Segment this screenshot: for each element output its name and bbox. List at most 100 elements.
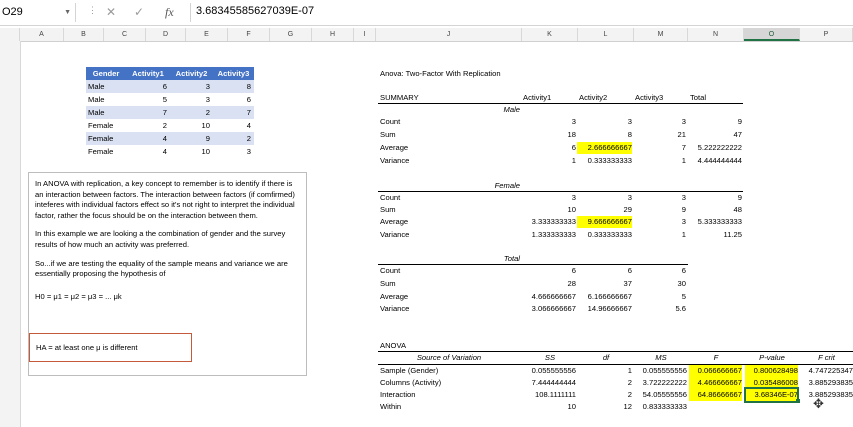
column-header-d[interactable]: D xyxy=(146,28,186,41)
value-cell[interactable]: 8 xyxy=(576,129,632,141)
table-cell[interactable]: Female xyxy=(86,145,126,158)
column-header-k[interactable]: K xyxy=(522,28,578,41)
value-cell[interactable]: 4.444444444 xyxy=(686,155,742,167)
value-cell[interactable]: 1 xyxy=(630,155,686,167)
formula-input[interactable]: 3.68345585627039E-07 xyxy=(196,5,314,17)
table-cell[interactable]: Male xyxy=(86,80,126,93)
value-cell[interactable]: 47 xyxy=(686,129,742,141)
table-cell[interactable]: 2 xyxy=(213,132,254,145)
value-cell[interactable]: 3 xyxy=(576,116,632,128)
value-cell[interactable]: 5.6 xyxy=(630,303,686,315)
value-cell[interactable]: 5.222222222 xyxy=(686,142,742,154)
highlighted-value-cell[interactable]: 64.86666667 xyxy=(689,389,742,401)
header-cell[interactable]: Gender xyxy=(86,67,126,80)
highlighted-value-cell[interactable]: 9.666666667 xyxy=(577,216,632,228)
value-cell[interactable]: 9 xyxy=(630,204,686,216)
table-cell[interactable]: 10 xyxy=(170,145,213,158)
header-cell[interactable]: Activity2 xyxy=(170,67,213,80)
value-cell[interactable]: 28 xyxy=(520,278,576,290)
value-cell[interactable]: 0.055555556 xyxy=(520,365,576,377)
value-cell[interactable]: 29 xyxy=(576,204,632,216)
table-cell[interactable]: 4 xyxy=(126,145,170,158)
chevron-down-icon[interactable]: ▼ xyxy=(64,3,71,22)
value-cell[interactable]: 14.96666667 xyxy=(576,303,632,315)
value-cell[interactable]: 1 xyxy=(576,365,632,377)
value-cell[interactable]: 3.333333333 xyxy=(520,216,576,228)
column-header-l[interactable]: L xyxy=(578,28,634,41)
value-cell[interactable]: 6 xyxy=(520,265,576,277)
value-cell[interactable]: 3 xyxy=(630,216,686,228)
table-cell[interactable]: 7 xyxy=(126,106,170,119)
table-cell[interactable]: 3 xyxy=(170,93,213,106)
table-cell[interactable]: Male xyxy=(86,93,126,106)
column-header-b[interactable]: B xyxy=(64,28,104,41)
value-cell[interactable]: 6.166666667 xyxy=(576,291,632,303)
enter-icon[interactable]: ✓ xyxy=(134,5,144,19)
value-cell[interactable]: 12 xyxy=(576,401,632,413)
value-cell[interactable]: 3 xyxy=(520,116,576,128)
value-cell[interactable]: 3 xyxy=(630,192,686,204)
value-cell[interactable]: 3.066666667 xyxy=(520,303,576,315)
table-cell[interactable]: 3 xyxy=(213,145,254,158)
value-cell[interactable]: 11.25 xyxy=(686,229,742,241)
table-cell[interactable]: 2 xyxy=(170,106,213,119)
table-cell[interactable]: 9 xyxy=(170,132,213,145)
table-cell[interactable]: 6 xyxy=(213,93,254,106)
table-cell[interactable]: 7 xyxy=(213,106,254,119)
column-header-g[interactable]: G xyxy=(270,28,312,41)
value-cell[interactable]: 9 xyxy=(686,192,742,204)
table-cell[interactable]: 3 xyxy=(170,80,213,93)
value-cell[interactable]: 0.333333333 xyxy=(576,155,632,167)
column-header-i[interactable]: I xyxy=(354,28,376,41)
table-cell[interactable]: 4 xyxy=(126,132,170,145)
value-cell[interactable]: 9 xyxy=(686,116,742,128)
table-cell[interactable]: 6 xyxy=(126,80,170,93)
highlighted-value-cell[interactable]: 4.466666667 xyxy=(689,377,742,389)
highlighted-value-cell[interactable]: 0.066666667 xyxy=(689,365,742,377)
header-cell[interactable]: Activity3 xyxy=(213,67,254,80)
table-cell[interactable]: 8 xyxy=(213,80,254,93)
value-cell[interactable]: 1 xyxy=(520,155,576,167)
header-cell[interactable]: Activity1 xyxy=(126,67,170,80)
column-header-a[interactable]: A xyxy=(20,28,64,41)
column-header-o[interactable]: O xyxy=(744,28,800,41)
value-cell[interactable]: 6 xyxy=(520,142,576,154)
value-cell[interactable]: 2 xyxy=(576,377,632,389)
table-cell[interactable]: 10 xyxy=(170,119,213,132)
table-cell[interactable]: Male xyxy=(86,106,126,119)
value-cell[interactable]: 3 xyxy=(520,192,576,204)
column-header-n[interactable]: N xyxy=(688,28,744,41)
value-cell[interactable]: 37 xyxy=(576,278,632,290)
column-header-h[interactable]: H xyxy=(312,28,354,41)
table-cell[interactable]: Female xyxy=(86,119,126,132)
value-cell[interactable]: 7.444444444 xyxy=(520,377,576,389)
value-cell[interactable]: 10 xyxy=(520,204,576,216)
value-cell[interactable]: 6 xyxy=(630,265,686,277)
selected-cell-o29[interactable]: 3.68346E-07 xyxy=(744,387,799,403)
value-cell[interactable]: 30 xyxy=(630,278,686,290)
value-cell[interactable]: 0.833333333 xyxy=(630,401,687,413)
highlighted-value-cell[interactable]: 2.666666667 xyxy=(577,142,632,154)
table-cell[interactable]: 4 xyxy=(213,119,254,132)
select-all-corner[interactable] xyxy=(0,28,20,41)
alternative-hypothesis-box[interactable]: HA = at least one μ is different xyxy=(29,333,192,362)
value-cell[interactable]: 18 xyxy=(520,129,576,141)
value-cell[interactable]: 7 xyxy=(630,142,686,154)
cancel-icon[interactable]: ✕ xyxy=(106,5,116,19)
value-cell[interactable]: 54.05555556 xyxy=(630,389,687,401)
value-cell[interactable]: 0.333333333 xyxy=(576,229,632,241)
value-cell[interactable]: 0.055555556 xyxy=(630,365,687,377)
value-cell[interactable]: 48 xyxy=(686,204,742,216)
value-cell[interactable]: 21 xyxy=(630,129,686,141)
value-cell[interactable]: 2 xyxy=(576,389,632,401)
value-cell[interactable]: 1.333333333 xyxy=(520,229,576,241)
value-cell[interactable]: 4.666666667 xyxy=(520,291,576,303)
value-cell[interactable]: 3.885293835 xyxy=(798,389,853,401)
column-header-m[interactable]: M xyxy=(634,28,688,41)
value-cell[interactable]: 3.722222222 xyxy=(630,377,687,389)
value-cell[interactable]: 1 xyxy=(630,229,686,241)
value-cell[interactable]: 10 xyxy=(520,401,576,413)
column-header-e[interactable]: E xyxy=(186,28,228,41)
table-cell[interactable]: 2 xyxy=(126,119,170,132)
value-cell[interactable]: 3 xyxy=(630,116,686,128)
